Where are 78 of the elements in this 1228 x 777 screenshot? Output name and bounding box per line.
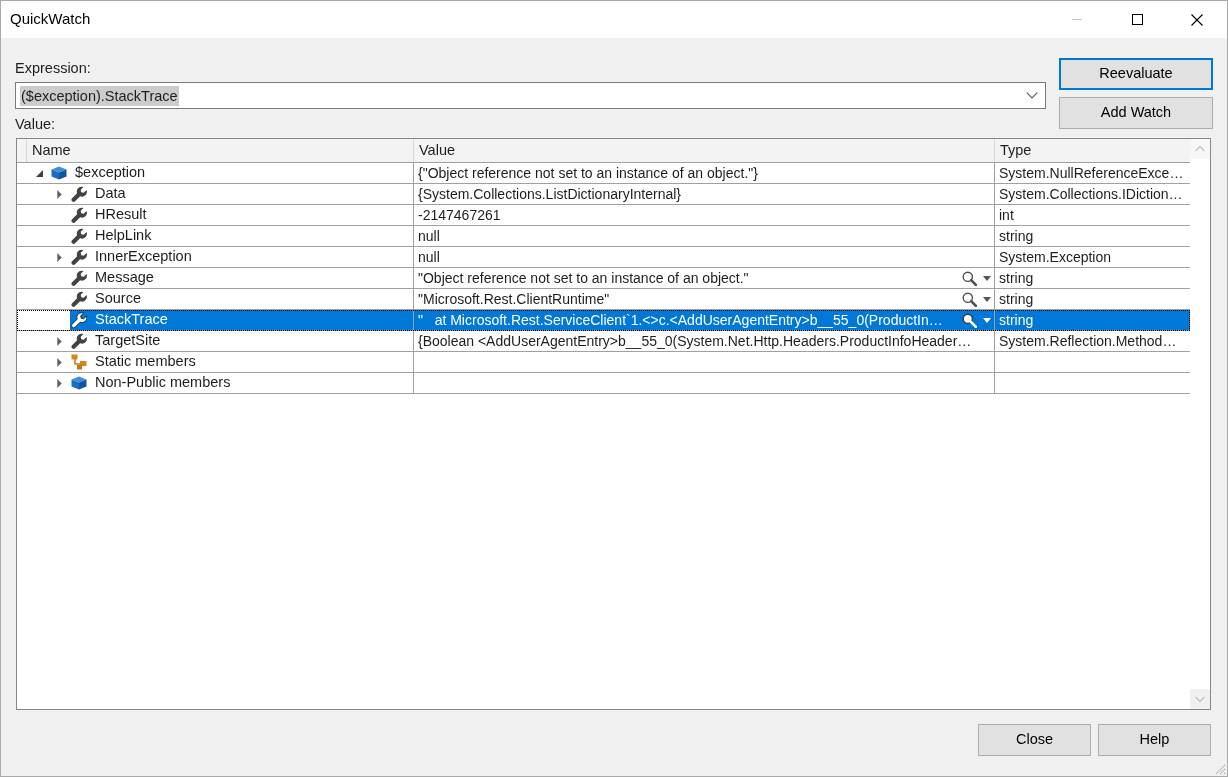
minimize-icon bbox=[1072, 19, 1082, 20]
expander-icon[interactable] bbox=[56, 357, 62, 367]
variable-name: Static members bbox=[95, 352, 196, 372]
wrench-icon bbox=[71, 186, 87, 202]
variable-name: HResult bbox=[95, 205, 147, 225]
variable-value: {System.Collections.ListDictionaryInternal} bbox=[418, 184, 681, 204]
expander-icon[interactable] bbox=[56, 336, 62, 346]
tree-row[interactable]: HelpLink null string bbox=[17, 226, 1190, 247]
magnifier-icon[interactable] bbox=[962, 312, 977, 328]
variable-type: string bbox=[999, 268, 1034, 288]
variable-type: System.Exception bbox=[999, 247, 1112, 267]
dialog-button[interactable]: Help bbox=[1098, 724, 1211, 756]
tree-row[interactable]: InnerException null System.Exception bbox=[17, 247, 1190, 268]
variable-name: Message bbox=[95, 268, 154, 288]
variable-type: string bbox=[999, 226, 1034, 246]
wrench-icon bbox=[71, 333, 87, 349]
expression-combobox[interactable]: ($exception).StackTrace bbox=[15, 82, 1046, 109]
column-header[interactable]: Type bbox=[1000, 139, 1032, 162]
variable-value: "Microsoft.Rest.ClientRuntime" bbox=[418, 289, 610, 309]
value-label: Value: bbox=[15, 115, 56, 133]
caret-icon[interactable] bbox=[983, 275, 991, 281]
tree-row[interactable]: $exception {"Object reference not set to an instance of an object."} System.NullReferenceExce… bbox=[17, 163, 1190, 184]
magnifier-icon[interactable] bbox=[962, 270, 977, 286]
tree-row[interactable]: StackTrace " at Microsoft.Rest.ServiceClient`1.<>c.<AddUserAgentEntry>b__55_0(ProductIn… string bbox=[17, 310, 1190, 331]
close-icon bbox=[1191, 13, 1203, 26]
tree-row[interactable]: HResult -2147467261 int bbox=[17, 205, 1190, 226]
wrench-icon bbox=[71, 249, 87, 265]
variable-name: StackTrace bbox=[95, 310, 168, 330]
variable-value: " at Microsoft.Rest.ServiceClient`1.<>c.<AddUserAgentEntry>b__55_0(ProductIn… bbox=[418, 310, 943, 330]
dialog-button[interactable]: Add Watch bbox=[1059, 97, 1213, 129]
magnifier-icon[interactable] bbox=[962, 291, 977, 307]
variable-type: System.Reflection.Method… bbox=[999, 331, 1177, 351]
variable-name: Non-Public members bbox=[95, 373, 231, 393]
variable-value: -2147467261 bbox=[418, 205, 501, 225]
column-header[interactable]: Name bbox=[32, 139, 71, 162]
expander-icon[interactable] bbox=[35, 169, 43, 177]
wrench-icon bbox=[71, 291, 87, 307]
cube-icon bbox=[51, 166, 67, 180]
variable-name: Source bbox=[95, 289, 141, 309]
tree-row[interactable]: Static members bbox=[17, 352, 1190, 373]
wrench-icon bbox=[71, 312, 87, 328]
variable-value: {"Object reference not set to an instance of an object."} bbox=[418, 163, 758, 183]
variable-name: HelpLink bbox=[95, 226, 152, 246]
variable-value: null bbox=[418, 247, 440, 267]
variable-type: string bbox=[999, 310, 1034, 330]
expander-icon[interactable] bbox=[56, 378, 62, 388]
caret-icon[interactable] bbox=[983, 317, 991, 323]
variable-value: null bbox=[418, 226, 440, 246]
wrench-icon bbox=[71, 228, 87, 244]
chevron-down-icon[interactable] bbox=[1026, 92, 1038, 99]
dialog-button[interactable]: Close bbox=[978, 724, 1091, 756]
dialog-button[interactable]: Reevaluate bbox=[1059, 58, 1213, 90]
expander-icon[interactable] bbox=[56, 189, 62, 199]
variable-value: "Object reference not set to an instance of an object." bbox=[418, 268, 749, 288]
tree-row[interactable]: TargetSite {Boolean <AddUserAgentEntry>b__55_0(System.Net.Http.Headers.ProductInfoHeader… System.Reflection.Method… bbox=[17, 331, 1190, 352]
caret-icon[interactable] bbox=[983, 296, 991, 302]
variable-value: {Boolean <AddUserAgentEntry>b__55_0(System.Net.Http.Headers.ProductInfoHeader… bbox=[418, 331, 972, 351]
expander-icon[interactable] bbox=[56, 252, 62, 262]
variable-type: int bbox=[999, 205, 1014, 225]
variable-type: System.NullReferenceExce… bbox=[999, 163, 1184, 183]
variable-name: TargetSite bbox=[95, 331, 161, 351]
variable-name: $exception bbox=[75, 163, 146, 183]
resize-grip-icon[interactable] bbox=[1214, 763, 1226, 775]
cube-icon bbox=[71, 376, 87, 390]
maximize-icon bbox=[1131, 14, 1143, 25]
tree-row[interactable]: Message "Object reference not set to an instance of an object." string bbox=[17, 268, 1190, 289]
tree-row[interactable]: Non-Public members bbox=[17, 373, 1190, 394]
tree-row[interactable]: Data {System.Collections.ListDictionaryInternal} System.Collections.IDiction… bbox=[17, 184, 1190, 205]
window-title: QuickWatch bbox=[9, 9, 91, 30]
blocks-icon bbox=[71, 354, 87, 370]
expression-label: Expression: bbox=[15, 59, 91, 78]
wrench-icon bbox=[71, 207, 87, 223]
variable-name: Data bbox=[95, 184, 126, 204]
variable-type: System.Collections.IDiction… bbox=[999, 184, 1183, 204]
wrench-icon bbox=[71, 270, 87, 286]
variable-type: string bbox=[999, 289, 1034, 309]
variable-name: InnerException bbox=[95, 247, 192, 267]
column-header[interactable]: Value bbox=[419, 139, 455, 162]
